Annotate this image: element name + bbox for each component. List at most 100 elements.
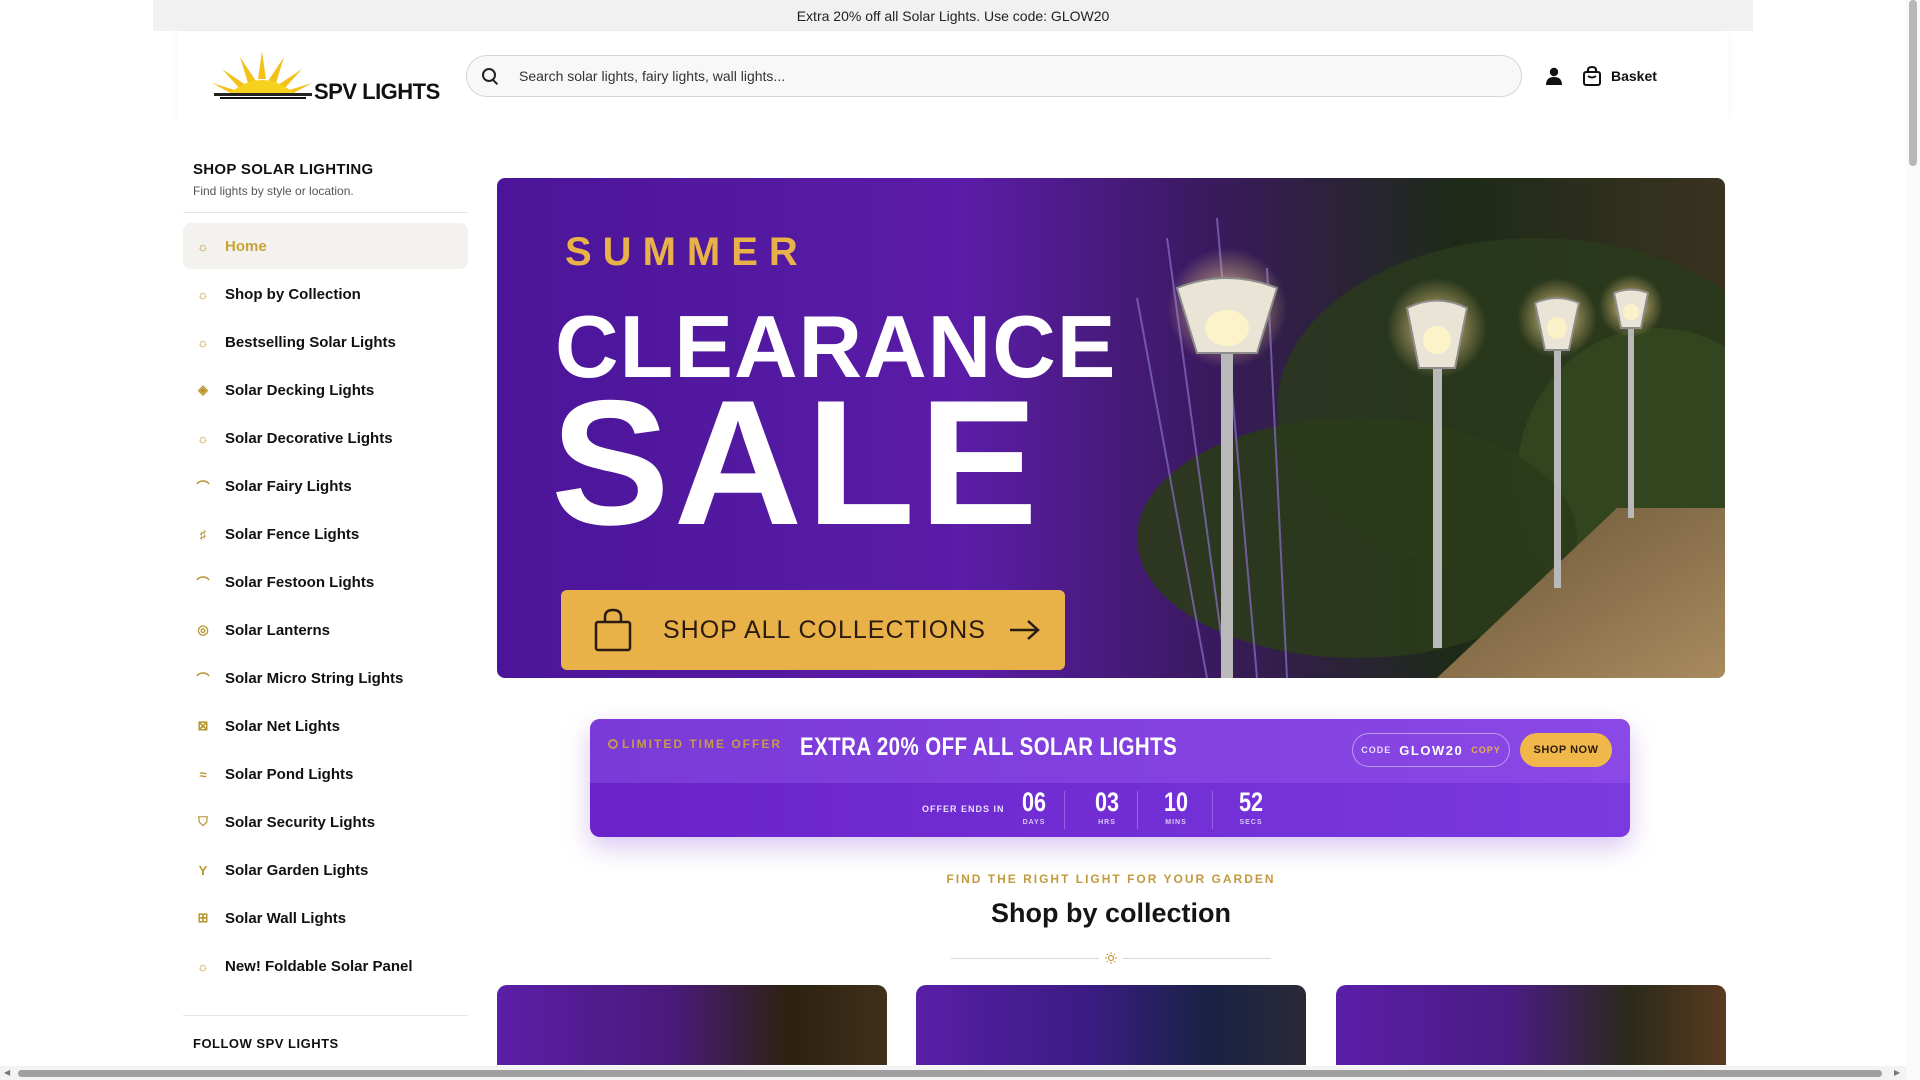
sidebar-item-fairy[interactable]: ⌒ Solar Fairy Lights: [183, 463, 468, 509]
sidebar-divider: [183, 212, 468, 213]
sidebar-item-bestselling[interactable]: ☼ Bestselling Solar Lights: [183, 319, 468, 365]
sun-icon: [1105, 952, 1117, 964]
sidebar-item-micro-string[interactable]: ⌒ Solar Micro String Lights: [183, 655, 468, 701]
sun-icon: ☼: [197, 958, 209, 974]
lantern-icon: ◎: [197, 622, 209, 637]
sidebar-item-label: New! Foldable Solar Panel: [225, 957, 413, 975]
copy-code-button[interactable]: COPY: [1471, 745, 1501, 755]
sidebar-item-foldable-panel[interactable]: ☼ New! Foldable Solar Panel: [183, 943, 468, 989]
scroll-right-icon[interactable]: ▶: [1894, 1068, 1900, 1077]
sidebar-item-label: Solar Decking Lights: [225, 381, 375, 399]
offer-ends-label: OFFER ENDS IN: [922, 804, 1005, 814]
sidebar-title: SHOP SOLAR LIGHTING: [193, 161, 374, 178]
layers-icon: ◈: [198, 382, 208, 397]
sidebar-item-label: Home: [225, 237, 267, 255]
sun-logo-icon: [212, 51, 312, 99]
arrow-right-icon: [1009, 620, 1040, 640]
shopping-bag-icon: [594, 608, 632, 652]
sidebar-item-label: Solar Fence Lights: [225, 525, 360, 543]
arc-icon: ⌒: [196, 479, 210, 495]
sidebar-subtitle: Find lights by style or location.: [193, 184, 354, 198]
announcement-bar: Extra 20% off all Solar Lights. Use code…: [153, 0, 1753, 31]
site-logo[interactable]: SPV LIGHTS: [210, 49, 450, 107]
sidebar-item-fence[interactable]: ♯ Solar Fence Lights: [183, 511, 468, 557]
sidebar-item-home[interactable]: ☼ Home: [183, 223, 468, 269]
sidebar-item-label: Solar Garden Lights: [225, 861, 369, 879]
horizontal-scrollbar[interactable]: ◀ ▶: [0, 1066, 1906, 1080]
hero-kicker: SUMMER: [565, 230, 809, 274]
main-content: SHOP SOLAR LIGHTING Find lights by style…: [153, 121, 1753, 1080]
countdown-value: 03: [1094, 787, 1120, 817]
collection-card[interactable]: [1336, 985, 1726, 1065]
sun-icon: ☼: [197, 334, 209, 350]
search-bar[interactable]: [466, 55, 1522, 97]
basket-icon[interactable]: [1581, 65, 1603, 87]
shop-all-collections-button[interactable]: SHOP ALL COLLECTIONS: [561, 590, 1065, 670]
search-input[interactable]: [519, 68, 1419, 84]
countdown-divider: [1064, 791, 1065, 829]
countdown-minutes: 10 MINS: [1146, 787, 1206, 826]
sidebar-item-festoon[interactable]: ⌒ Solar Festoon Lights: [183, 559, 468, 605]
code-value: GLOW20: [1399, 742, 1464, 758]
sidebar-item-net[interactable]: ⊠ Solar Net Lights: [183, 703, 468, 749]
countdown-unit: HRS: [1098, 819, 1116, 826]
net-icon: ⊠: [197, 718, 209, 733]
sidebar-item-security[interactable]: ⛉ Solar Security Lights: [183, 799, 468, 845]
sidebar: SHOP SOLAR LIGHTING Find lights by style…: [183, 161, 468, 1051]
account-icon[interactable]: [1544, 66, 1564, 86]
sidebar-item-label: Solar Wall Lights: [225, 909, 347, 927]
offer-title: EXTRA 20% OFF ALL SOLAR LIGHTS: [800, 733, 1178, 761]
scrollbar-thumb[interactable]: [1909, 0, 1917, 166]
logo-text: SPV LIGHTS: [314, 79, 440, 104]
vertical-scrollbar[interactable]: [1906, 0, 1920, 1080]
hero-button-label: SHOP ALL COLLECTIONS: [663, 615, 986, 644]
site-header: SPV LIGHTS Basket: [178, 31, 1728, 121]
basket-label[interactable]: Basket: [1611, 68, 1657, 84]
countdown-unit: SECS: [1239, 819, 1263, 826]
countdown-seconds: 52 SECS: [1221, 787, 1281, 826]
countdown-unit: DAYS: [1022, 819, 1046, 826]
shield-icon: ⛉: [198, 814, 208, 829]
sidebar-item-pond[interactable]: ≈ Solar Pond Lights: [183, 751, 468, 797]
collection-card[interactable]: [916, 985, 1306, 1065]
sidebar-item-lanterns[interactable]: ◎ Solar Lanterns: [183, 607, 468, 653]
sidebar-item-decking[interactable]: ◈ Solar Decking Lights: [183, 367, 468, 413]
grid-icon: ⊞: [197, 910, 209, 925]
collection-card[interactable]: [497, 985, 887, 1065]
collections-title: Shop by collection: [990, 898, 1232, 928]
countdown-value: 10: [1163, 787, 1189, 817]
sidebar-item-wall[interactable]: ⊞ Solar Wall Lights: [183, 895, 468, 941]
scrollbar-thumb[interactable]: [18, 1070, 1882, 1077]
sidebar-item-label: Solar Festoon Lights: [225, 573, 375, 591]
promo-code-pill[interactable]: CODE GLOW20 COPY: [1352, 733, 1510, 767]
collections-kicker: FIND THE RIGHT LIGHT FOR YOUR GARDEN: [946, 872, 1276, 886]
code-label: CODE: [1361, 745, 1392, 755]
shop-now-button[interactable]: SHOP NOW: [1520, 733, 1612, 767]
sun-icon: ☼: [197, 430, 209, 446]
garden-lights-illustration: [1136, 217, 1725, 678]
countdown-unit: MINS: [1165, 819, 1187, 826]
sun-icon: ☼: [197, 238, 209, 254]
sprout-icon: Y: [198, 862, 208, 878]
offer-tag-label: LIMITED TIME OFFER: [622, 737, 782, 751]
sidebar-item-label: Solar Net Lights: [225, 717, 341, 735]
countdown-divider: [1137, 791, 1138, 829]
sidebar-item-label: Solar Lanterns: [225, 621, 331, 639]
sidebar-item-label: Solar Decorative Lights: [225, 429, 393, 447]
scroll-left-icon[interactable]: ◀: [4, 1068, 10, 1077]
clock-icon: [608, 739, 618, 749]
sidebar-item-label: Solar Micro String Lights: [225, 669, 404, 687]
search-icon[interactable]: [481, 67, 499, 85]
sidebar-item-garden[interactable]: Y Solar Garden Lights: [183, 847, 468, 893]
offer-tag: LIMITED TIME OFFER: [608, 737, 782, 751]
sun-icon: ☼: [197, 286, 209, 302]
section-divider: [951, 952, 1271, 964]
sidebar-item-shop-by-collection[interactable]: ☼ Shop by Collection: [183, 271, 468, 317]
sidebar-item-decorative[interactable]: ☼ Solar Decorative Lights: [183, 415, 468, 461]
promo-offer-banner: LIMITED TIME OFFER EXTRA 20% OFF ALL SOL…: [590, 719, 1630, 837]
sidebar-item-label: Solar Pond Lights: [225, 765, 354, 783]
fence-icon: ♯: [199, 526, 207, 542]
hero-banner[interactable]: SUMMER CLEARANCE SALE SHOP ALL COLLECTIO…: [497, 178, 1725, 678]
hero-title-line2: SALE: [551, 363, 1042, 562]
follow-heading: FOLLOW SPV LIGHTS: [183, 1015, 468, 1051]
